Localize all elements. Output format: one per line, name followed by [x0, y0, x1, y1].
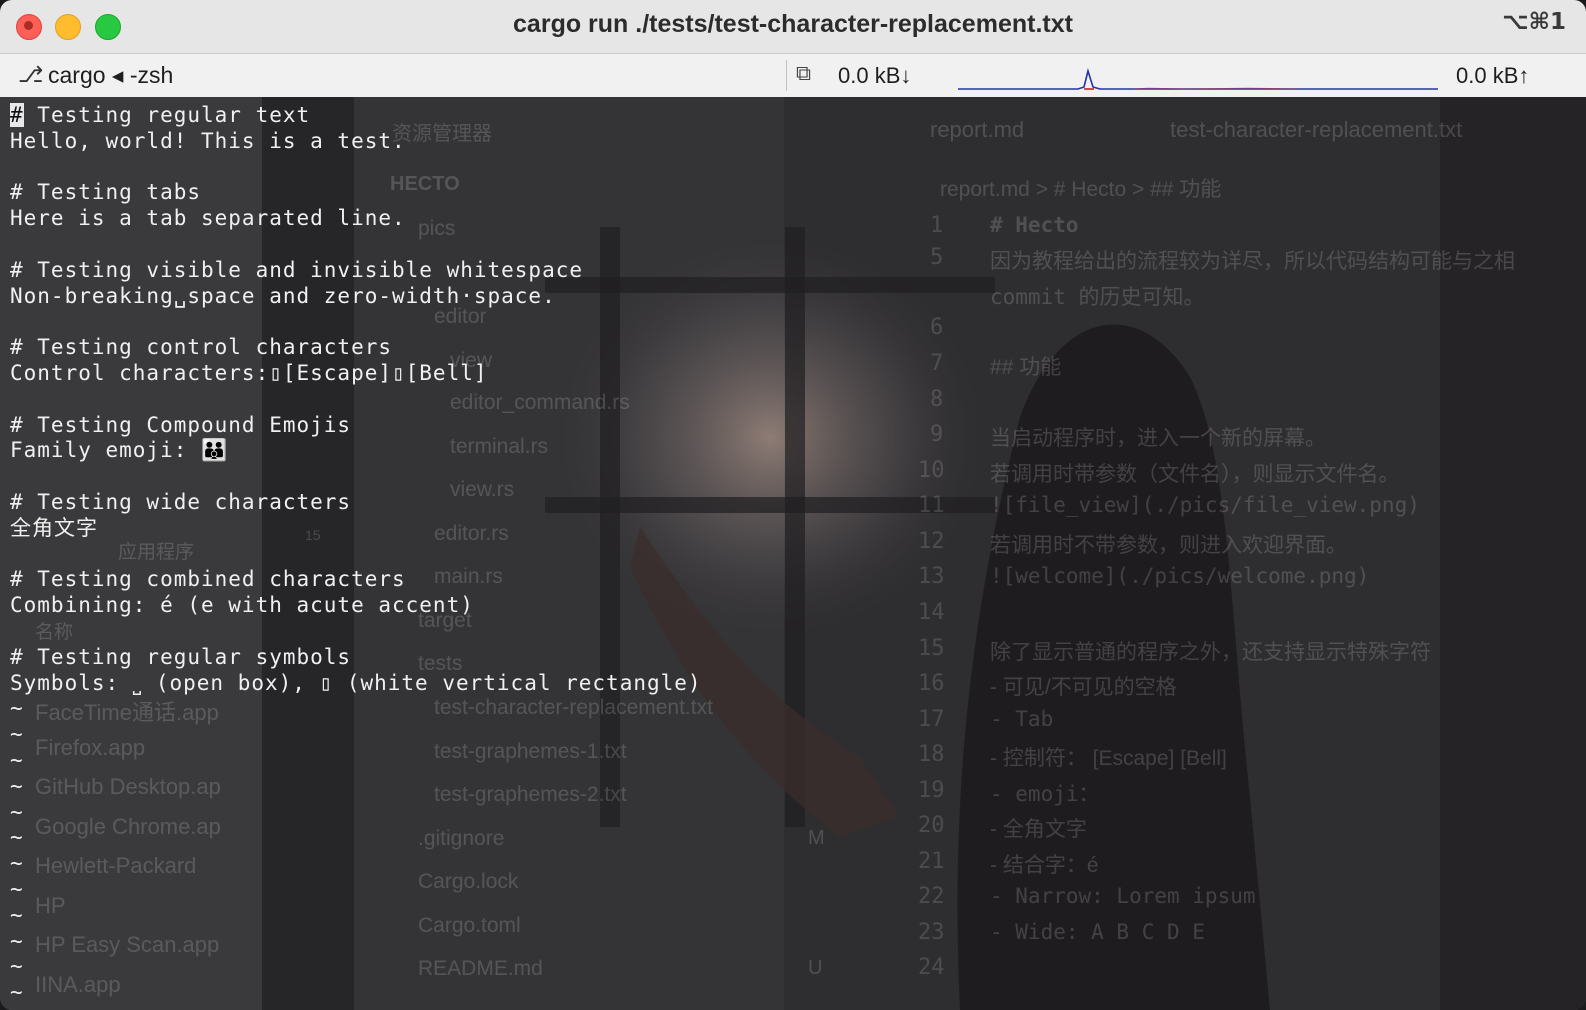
terminal-line-13: Family emoji: 👪: [10, 438, 229, 463]
ghost-badge-u: U: [808, 957, 823, 979]
title-bar[interactable]: cargo run ./tests/test-character-replace…: [0, 0, 1586, 54]
terminal-line-21: # Testing regular symbols: [10, 644, 352, 669]
terminal-line-3: # Testing tabs: [10, 180, 202, 205]
terminal-line-14: [10, 464, 702, 490]
ghost-code-10: ![welcome](./pics/welcome.png): [990, 564, 1370, 588]
terminal-line-1: Hello, world! This is a test.: [10, 128, 406, 153]
tilde-line: ~: [10, 876, 24, 901]
ghost-code-2: commit 的历史可知。: [990, 285, 1205, 309]
network-graph: [958, 68, 1438, 90]
ghost-code-7: 若调用时带参数（文件名），则显示文件名。: [990, 463, 1400, 486]
tilde-line: ~: [10, 747, 24, 772]
status-bar: ⎇ cargo ◂ -zsh ⧉ 0.0 kB↓ 0.0 kB↑: [0, 54, 1586, 98]
ghost-code-8: ![file_view](./pics/file_view.png): [990, 493, 1420, 517]
terminal-line-9: # Testing control characters: [10, 335, 393, 360]
tilde-line: ~: [10, 722, 24, 747]
right-shadow: [1440, 97, 1586, 1010]
terminal-line-16: 全角文字: [10, 515, 98, 540]
ghost-code-1: 因为教程给出的流程较为详尽，所以代码结构可能与之相: [990, 250, 1515, 273]
ghost-line-num-11: 14: [918, 600, 945, 625]
ghost-code-18: - 结合字：é: [990, 854, 1099, 877]
ghost-line-num-0: 1: [930, 213, 944, 238]
ghost-code-17: - 全角文字: [990, 818, 1087, 841]
network-down-rate: 0.0 kB↓: [838, 63, 912, 88]
ghost-code-20: - Wide: A B C D E: [990, 920, 1205, 944]
ghost-line-num-13: 16: [918, 671, 945, 696]
ghost-editor-tab-2: test-character-replacement.txt: [1170, 117, 1463, 142]
ghost-line-num-15: 18: [918, 742, 945, 767]
ghost-code-13: - 可见/不可见的空格: [990, 676, 1177, 699]
terminal-line-19: Combining: é (e with acute accent): [10, 593, 474, 618]
ghost-code-9: 若调用时不带参数，则进入欢迎界面。: [990, 534, 1347, 557]
network-graph-line: [958, 68, 1438, 90]
tilde-line: ~: [10, 954, 24, 979]
window-title: cargo run ./tests/test-character-replace…: [513, 10, 1073, 38]
ghost-code-4: ## 功能: [990, 356, 1062, 379]
ghost-editor-tab-1: report.md: [930, 117, 1025, 142]
terminal-line-11: [10, 387, 702, 413]
branch-icon: ⎇: [18, 62, 44, 87]
terminal-line-18: # Testing combined characters: [10, 567, 406, 592]
terminal-line-10: Control characters:▯[Escape]▯[Bell]: [10, 360, 488, 385]
terminal-line-20: [10, 619, 702, 645]
session-label[interactable]: cargo ◂ -zsh: [48, 62, 173, 89]
terminal-window: cargo run ./tests/test-character-replace…: [0, 0, 1586, 1010]
tilde-line: ~: [10, 825, 24, 850]
tilde-line: ~: [10, 696, 24, 721]
tilde-line: ~: [10, 851, 24, 876]
terminal-line-15: # Testing wide characters: [10, 489, 352, 514]
ghost-line-num-9: 12: [918, 529, 945, 554]
ghost-line-num-4: 7: [930, 351, 944, 376]
ghost-line-num-16: 19: [918, 778, 945, 803]
tilde-line: ~: [10, 799, 24, 824]
terminal-area[interactable]: 资源管理器 HECTO pics editor view editor_comm…: [0, 97, 1586, 1010]
ghost-line-num-21: 24: [918, 955, 945, 980]
divider: [786, 60, 787, 91]
terminal-line-4: Here is a tab separated line.: [10, 206, 406, 231]
ghost-code-0: # Hecto: [990, 213, 1079, 237]
ghost-line-num-3: 6: [930, 315, 944, 340]
ghost-line-num-18: 21: [918, 849, 945, 874]
ghost-line-num-7: 10: [918, 458, 945, 483]
ghost-line-num-6: 9: [930, 422, 944, 447]
window-shortcut: ⌥⌘1: [1502, 9, 1566, 35]
terminal-line-12: # Testing Compound Emojis: [10, 412, 352, 437]
ghost-code-6: 当启动程序时，进入一个新的屏幕。: [990, 427, 1326, 450]
tilde-line: ~: [10, 980, 24, 1005]
ghost-line-num-19: 22: [918, 884, 945, 909]
ghost-code-15: - 控制符： [Escape] [Bell]: [990, 747, 1227, 770]
ghost-code-14: - Tab: [990, 707, 1054, 731]
ghost-code-19: - Narrow: Lorem ipsum: [990, 884, 1256, 908]
ghost-line-num-17: 20: [918, 813, 945, 838]
terminal-line-2: [10, 155, 702, 181]
terminal-line-0: # Testing regular text: [10, 103, 702, 129]
ghost-badge-m: M: [808, 827, 825, 849]
ghost-line-num-14: 17: [918, 707, 945, 732]
terminal-line-5: [10, 232, 702, 258]
ghost-line-num-12: 15: [918, 636, 945, 661]
terminal-cursor: #: [10, 103, 24, 127]
tilde-line: ~: [10, 773, 24, 798]
terminal-line-6: # Testing visible and invisible whitespa…: [10, 257, 584, 282]
ghost-line-num-10: 13: [918, 564, 945, 589]
terminal-line-8: [10, 309, 702, 335]
tilde-line: ~: [10, 928, 24, 953]
ghost-breadcrumb: report.md > # Hecto > ## 功能: [940, 178, 1222, 201]
ghost-line-num-8: 11: [918, 493, 945, 518]
ghost-code-12: 除了显示普通的程序之外，还支持显示特殊字符: [990, 641, 1431, 664]
ghost-line-num-1: 5: [930, 245, 944, 270]
tilde-line: ~: [10, 902, 24, 927]
terminal-line-7: Non-breaking␣space and zero-width·space.: [10, 283, 556, 308]
terminal-line-17: [10, 542, 702, 568]
ghost-code-16: - emoji：: [990, 782, 1100, 806]
terminal-line-22: Symbols: ⎵ (open box), ▯ (white vertical…: [10, 670, 702, 695]
ghost-line-num-20: 23: [918, 920, 945, 945]
network-icon: ⧉: [796, 62, 811, 85]
terminal-output[interactable]: # Testing regular text Hello, world! Thi…: [10, 103, 702, 1006]
terminal-line-0-rest: Testing regular text: [23, 103, 311, 127]
ghost-line-num-5: 8: [930, 387, 944, 412]
network-up-rate: 0.0 kB↑: [1456, 63, 1530, 88]
